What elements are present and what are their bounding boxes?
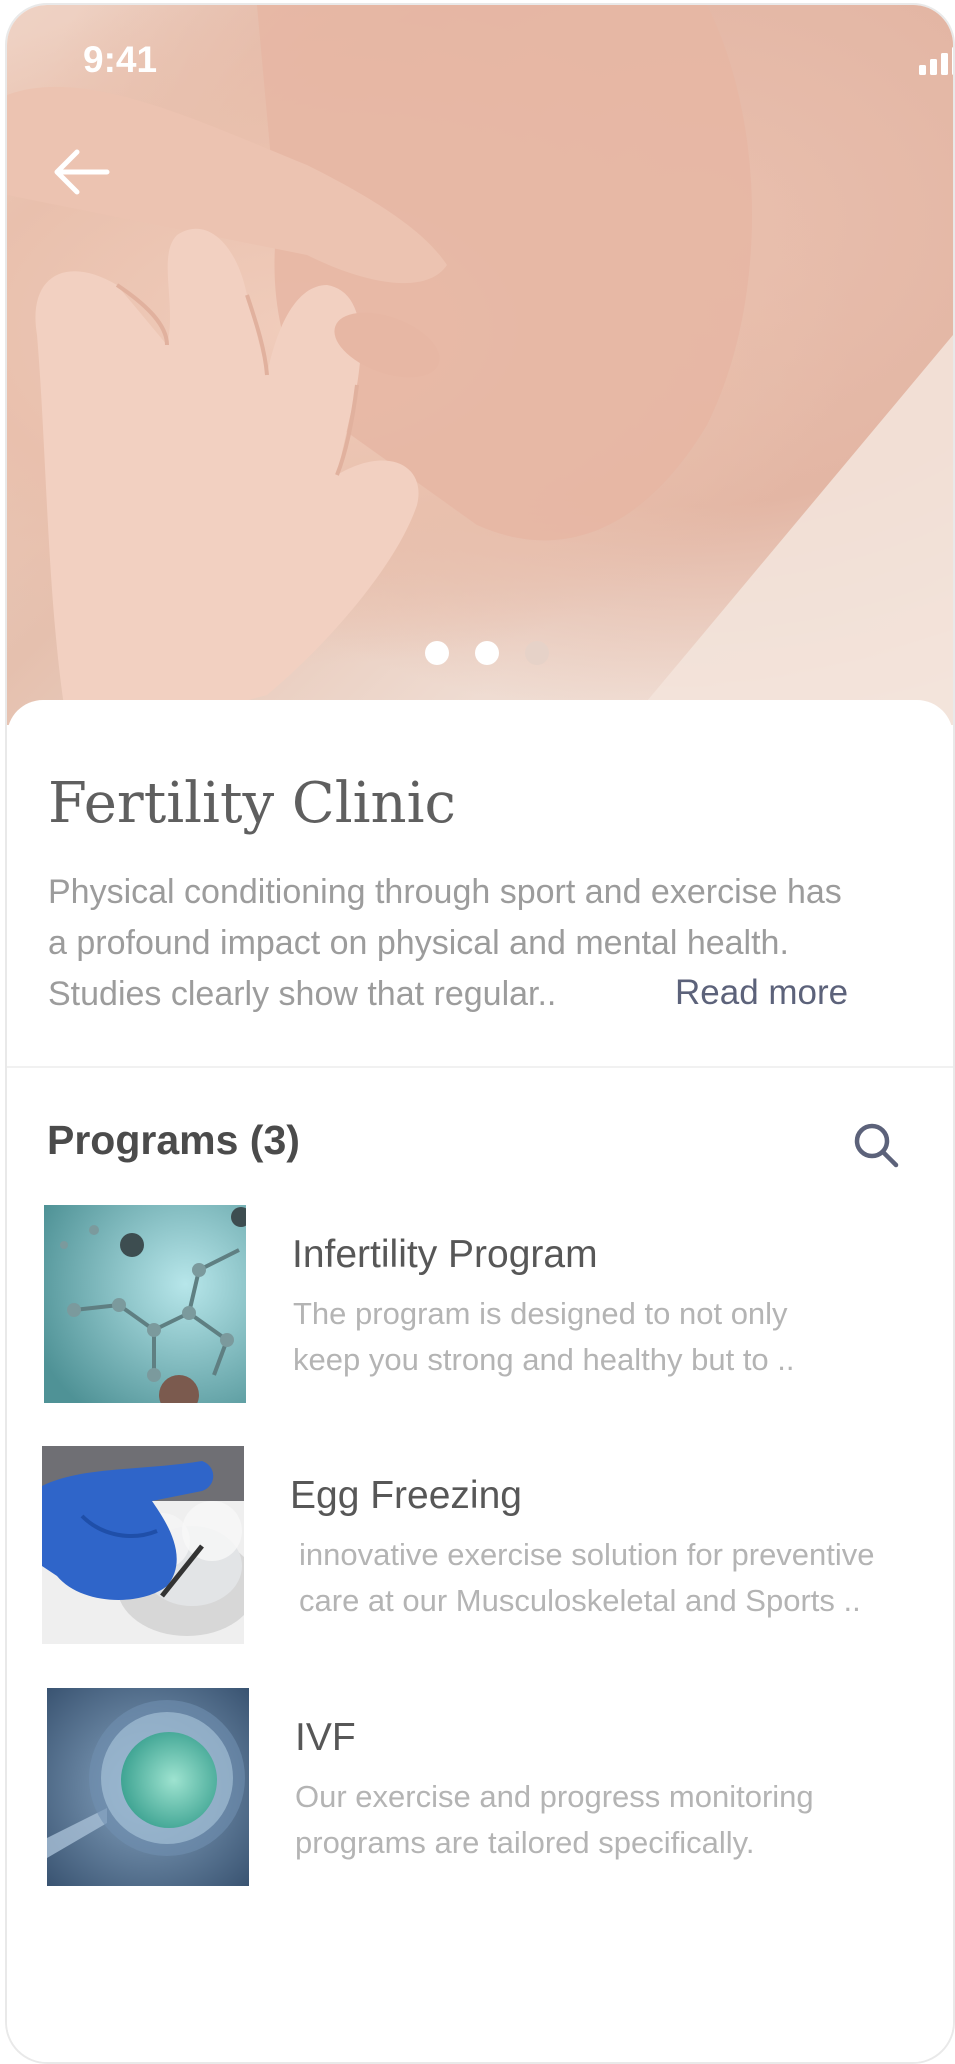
ivf-cell-image <box>47 1688 249 1886</box>
program-item-infertility[interactable]: Infertility Program The program is desig… <box>7 1205 953 1415</box>
program-thumbnail <box>44 1205 246 1403</box>
carousel-dot-active[interactable] <box>525 641 549 665</box>
program-description-line: innovative exercise solution for prevent… <box>299 1537 875 1572</box>
back-arrow-icon[interactable] <box>51 147 111 197</box>
program-title: Infertility Program <box>292 1233 598 1276</box>
description-line: a profound impact on physical and mental… <box>48 924 789 962</box>
page-title: Fertility Clinic <box>48 771 456 836</box>
carousel-dot[interactable] <box>425 641 449 665</box>
signal-icon <box>919 47 953 75</box>
program-title: Egg Freezing <box>290 1474 522 1517</box>
program-description-line: care at our Musculoskeletal and Sports .… <box>299 1583 861 1618</box>
program-title: IVF <box>295 1716 356 1759</box>
program-item-egg-freezing[interactable]: Egg Freezing innovative exercise solutio… <box>7 1446 953 1656</box>
program-description-line: keep you strong and healthy but to .. <box>293 1342 795 1377</box>
status-time: 9:41 <box>83 39 158 80</box>
program-thumbnail <box>47 1688 249 1886</box>
egg-freezing-image <box>42 1446 244 1644</box>
program-description-line: The program is designed to not only <box>293 1296 788 1331</box>
programs-heading: Programs (3) <box>47 1117 300 1163</box>
program-description-line: Our exercise and progress monitoring <box>295 1779 814 1814</box>
search-icon[interactable] <box>852 1121 902 1171</box>
program-thumbnail <box>42 1446 244 1644</box>
program-description: Our exercise and progress monitoring pro… <box>295 1774 814 1866</box>
carousel-dot[interactable] <box>475 641 499 665</box>
program-description: The program is designed to not only keep… <box>293 1291 795 1383</box>
carousel-dots <box>7 641 953 673</box>
program-description: innovative exercise solution for prevent… <box>299 1532 875 1624</box>
section-divider <box>7 1066 953 1068</box>
program-description-line: programs are tailored specifically. <box>295 1825 755 1860</box>
phone-frame: 9:41 Fertility Clinic Physical condition… <box>5 3 955 2064</box>
read-more-link[interactable]: Read more <box>675 973 848 1013</box>
hero-image <box>7 5 953 725</box>
program-item-ivf[interactable]: IVF Our exercise and progress monitoring… <box>7 1688 953 1898</box>
hero-carousel[interactable]: 9:41 <box>7 5 953 725</box>
molecule-image <box>44 1205 246 1403</box>
description-line: Physical conditioning through sport and … <box>48 873 842 911</box>
